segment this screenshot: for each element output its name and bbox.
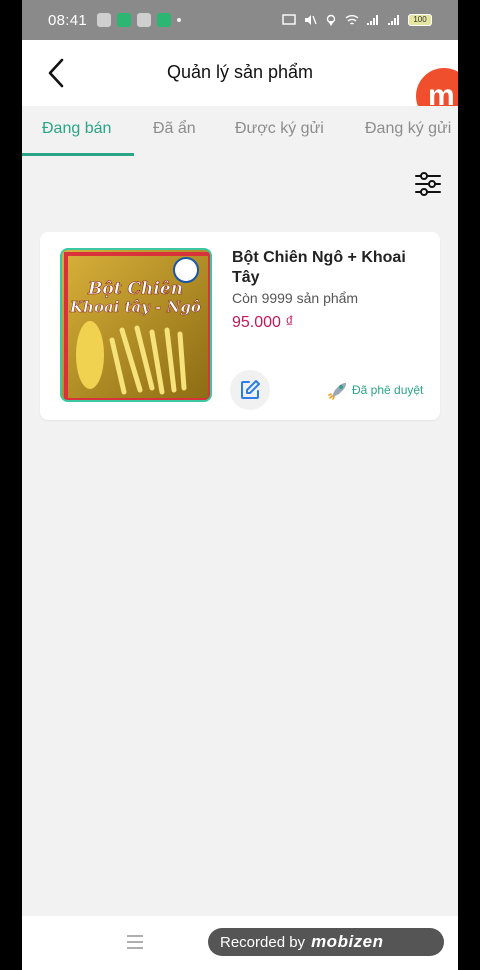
product-price: 95.000 ₫ (232, 314, 294, 331)
mobizen-logo: mobizen (311, 932, 384, 951)
approval-status: Đã phê duyệt (328, 380, 423, 400)
app-icon (137, 13, 152, 27)
message-icon (117, 13, 132, 27)
status-time: 08:41 (48, 11, 88, 29)
tab-dang-ky-gui[interactable]: Đang ký gửi (365, 120, 451, 138)
more-dot-icon (177, 18, 182, 22)
recent-apps-icon[interactable] (126, 934, 144, 950)
product-card[interactable]: Bột Chiên Khoai tây - Ngô Bột Chiên Ngô … (40, 232, 440, 420)
mute-icon (305, 15, 317, 25)
recorded-by-label: Recorded by (220, 933, 306, 951)
edit-product-button[interactable] (230, 370, 270, 410)
cast-icon (282, 14, 296, 25)
filter-sliders-icon[interactable] (414, 170, 442, 198)
product-image: Bột Chiên Khoai tây - Ngô (60, 248, 212, 402)
product-stock: Còn 9999 sản phẩm (232, 290, 359, 306)
approval-status-label: Đã phê duyệt (352, 383, 424, 397)
wifi-icon (345, 15, 359, 25)
battery-icon: 100 (408, 14, 432, 26)
active-tab-indicator (22, 153, 134, 156)
package-text-line2: Khoai tây - Ngô (69, 298, 201, 316)
shield-icon (157, 13, 172, 27)
tab-duoc-ky-gui[interactable]: Được ký gửi (235, 120, 324, 138)
page-title: Quản lý sản phẩm (166, 62, 314, 82)
signal-icon (367, 15, 378, 25)
notification-icon (97, 13, 112, 27)
approved-rocket-icon (328, 383, 346, 400)
app-screen: 08:41 100 Quản lý sản phẩm m Đang bán Đã… (22, 0, 458, 970)
tab-dang-ban[interactable]: Đang bán (42, 120, 111, 138)
signal-icon (388, 15, 399, 25)
app-bar: Quản lý sản phẩm (22, 40, 458, 106)
edit-icon (241, 380, 260, 399)
status-right-icons: 100 (282, 0, 432, 40)
product-package-image: Bột Chiên Khoai tây - Ngô (62, 250, 210, 400)
tab-bar: Đang bán Đã ẩn Được ký gửi Đang ký gửi (22, 106, 458, 156)
location-icon (326, 14, 336, 26)
system-navigation-bar: Recorded by mobizen (22, 916, 458, 970)
package-text-line1: Bột Chiên (87, 279, 183, 299)
status-notification-icons (97, 13, 182, 27)
recording-watermark: Recorded by mobizen (208, 928, 444, 956)
tab-da-an[interactable]: Đã ẩn (153, 120, 196, 138)
product-name: Bột Chiên Ngô + Khoai Tây (232, 249, 406, 286)
status-bar: 08:41 100 (22, 0, 458, 40)
